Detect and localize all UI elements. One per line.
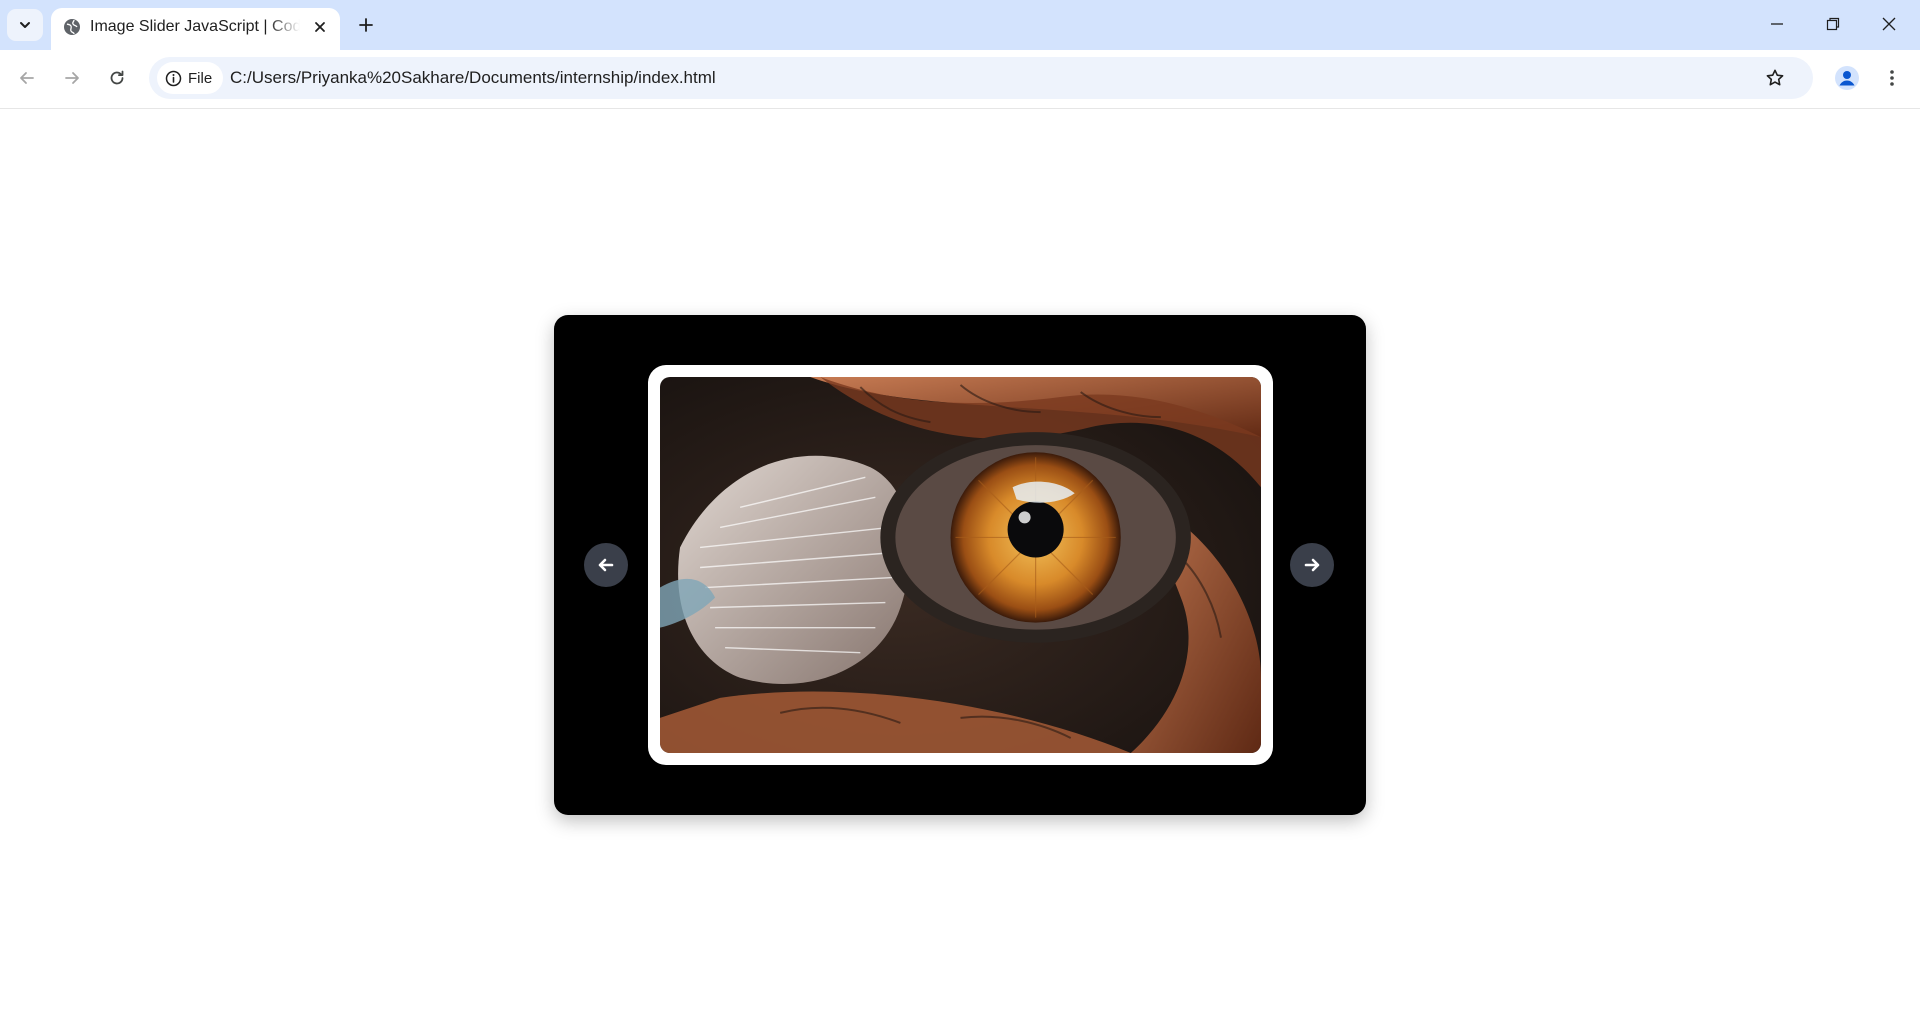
browser-menu-button[interactable] <box>1874 60 1910 96</box>
chevron-down-icon <box>20 22 30 28</box>
tab-close-button[interactable] <box>308 15 332 39</box>
back-button[interactable] <box>9 60 45 96</box>
avatar-icon <box>1835 66 1859 90</box>
restore-icon <box>1826 17 1840 31</box>
site-info-label: File <box>188 69 213 87</box>
info-icon <box>165 70 182 86</box>
tab-search-button[interactable] <box>7 9 43 41</box>
arrow-right-icon <box>65 72 79 84</box>
slide-image <box>660 377 1261 753</box>
arrow-right-icon <box>1304 558 1320 572</box>
profile-button[interactable] <box>1829 60 1865 96</box>
slide-frame <box>648 365 1273 765</box>
star-icon <box>1766 69 1784 86</box>
plus-icon <box>359 18 373 32</box>
bookmark-button[interactable] <box>1761 64 1789 92</box>
tab-title: Image Slider JavaScript | Coding <box>90 18 300 35</box>
address-bar[interactable]: File C:/Users/Priyanka%20Sakhare/Documen… <box>149 57 1813 99</box>
close-window-button[interactable] <box>1861 0 1917 48</box>
tab-strip: Image Slider JavaScript | Coding <box>0 0 1920 50</box>
reload-icon <box>110 70 124 85</box>
image-slider <box>554 315 1366 815</box>
new-tab-button[interactable] <box>353 10 379 40</box>
close-icon <box>315 22 325 32</box>
slider-next-button[interactable] <box>1290 543 1334 587</box>
slider-prev-button[interactable] <box>584 543 628 587</box>
forward-button[interactable] <box>54 60 90 96</box>
arrow-left-icon <box>20 72 34 84</box>
reload-button[interactable] <box>99 60 135 96</box>
kebab-menu-icon <box>1890 70 1894 86</box>
close-icon <box>1882 17 1896 31</box>
url-text[interactable]: C:/Users/Priyanka%20Sakhare/Documents/in… <box>230 57 716 99</box>
browser-toolbar: File C:/Users/Priyanka%20Sakhare/Documen… <box>0 50 1920 109</box>
site-info-chip[interactable]: File <box>157 62 224 94</box>
globe-icon <box>64 19 80 35</box>
minimize-icon <box>1771 23 1783 25</box>
minimize-button[interactable] <box>1749 0 1805 48</box>
restore-button[interactable] <box>1805 0 1861 48</box>
arrow-left-icon <box>598 558 614 572</box>
active-tab[interactable]: Image Slider JavaScript | Coding <box>51 8 340 50</box>
